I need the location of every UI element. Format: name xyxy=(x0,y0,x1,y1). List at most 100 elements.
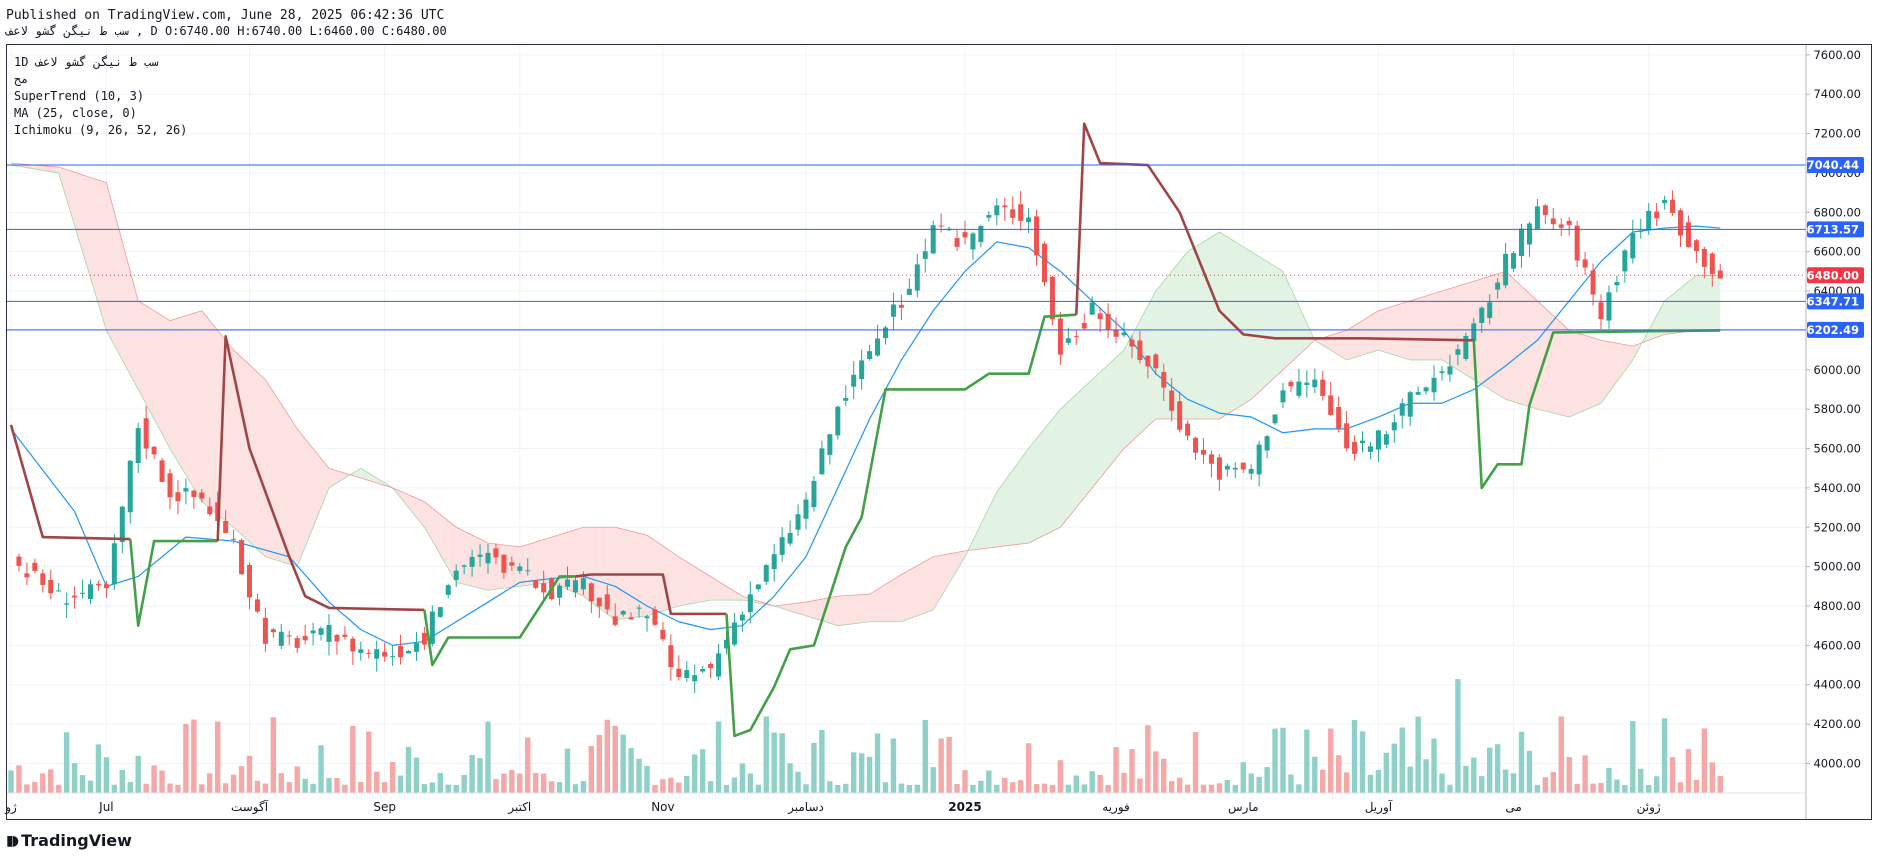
cloud-segment xyxy=(1235,241,1244,410)
price-label-tag: 6713.57 xyxy=(1807,221,1864,238)
volume-bar xyxy=(1105,784,1111,793)
volume-bar xyxy=(397,775,404,793)
volume-bar xyxy=(485,721,491,793)
volume-bar xyxy=(1248,773,1254,793)
candle-body xyxy=(1057,318,1063,355)
price-tick-label: 5000.00 xyxy=(1813,560,1861,574)
volume-bar xyxy=(628,748,634,793)
volume-bar xyxy=(1328,728,1334,793)
legend-supertrend[interactable]: SuperTrend (10, 3) xyxy=(14,88,187,105)
volume-bar xyxy=(1407,766,1413,793)
cloud-segment xyxy=(1259,256,1268,392)
volume-bar xyxy=(540,773,547,793)
volume-bar xyxy=(1216,783,1223,793)
candle-body xyxy=(390,656,396,658)
cloud-segment xyxy=(527,542,536,586)
cloud-segment xyxy=(1537,300,1546,412)
candle-body xyxy=(859,360,865,380)
time-axis: ژو Jul آگوست Sep اکتبر Nov دسامبر 2025 فوریه مارس… xyxy=(4,799,1661,815)
volume-bar xyxy=(1375,769,1382,793)
cloud-segment xyxy=(1211,232,1220,419)
candle-body xyxy=(278,631,284,646)
cloud-segment xyxy=(209,320,218,515)
candle-body xyxy=(843,397,849,401)
time-tick-label: آگوست xyxy=(231,799,269,815)
volume-bar xyxy=(1153,751,1159,793)
candle-body xyxy=(485,552,491,564)
candle-body xyxy=(103,584,109,588)
candle-body xyxy=(350,638,356,652)
legend-ma[interactable]: MA (25, close, 0) xyxy=(14,105,187,122)
volume-bar xyxy=(1359,731,1366,793)
legend-symbol[interactable]: 1D سب ط نیگن گشو لاعف xyxy=(14,54,187,71)
cloud-segment xyxy=(678,556,687,606)
volume-bar xyxy=(262,783,269,793)
time-tick-label: می xyxy=(1505,800,1521,814)
candle-body xyxy=(119,506,125,542)
candle-body xyxy=(1693,240,1699,252)
tradingview-branding[interactable]: ▮◗ TradingView xyxy=(6,831,132,850)
cloud-segment xyxy=(654,540,663,614)
cloud-segment xyxy=(146,305,155,419)
price-tick-label: 6800.00 xyxy=(1813,205,1861,219)
volume-bar xyxy=(851,752,857,793)
volume-bar xyxy=(32,781,38,793)
price-label-text: 7040.44 xyxy=(1807,158,1859,172)
volume-bar xyxy=(318,745,324,793)
volume-bar xyxy=(1471,757,1477,793)
candle-body xyxy=(191,490,197,498)
candle-body xyxy=(660,629,666,640)
legend-ichimoku[interactable]: Ichimoku (9, 26, 52, 26) xyxy=(14,122,187,139)
time-tick-label: مارس xyxy=(1228,800,1259,815)
price-chart[interactable]: 4000.00 4200.00 4400.00 4600.00 4800.00 5000.… xyxy=(0,0,1878,858)
candle-body xyxy=(1328,395,1334,415)
cloud-segment xyxy=(90,177,99,305)
volume-bar xyxy=(230,774,237,793)
brand-text: TradingView xyxy=(21,831,132,850)
cloud-segment xyxy=(1068,394,1077,518)
volume-bar xyxy=(1574,783,1580,793)
candle-body xyxy=(1709,253,1715,275)
candle-body xyxy=(382,651,388,657)
candle-body xyxy=(318,628,324,635)
legend-sub: مح xyxy=(14,72,29,86)
candle-body xyxy=(1280,390,1286,403)
candle-body xyxy=(1169,390,1175,411)
volume-bar xyxy=(1367,774,1374,793)
candle-body xyxy=(1145,355,1151,367)
cloud-segment xyxy=(154,310,163,434)
volume-bar xyxy=(87,780,94,793)
candle-body xyxy=(914,264,920,291)
candle-body xyxy=(302,635,308,641)
volume-bar xyxy=(858,753,865,793)
volume-bar xyxy=(501,773,507,793)
time-tick-label: Nov xyxy=(651,800,674,814)
volume-bar xyxy=(461,775,467,793)
volume-bar xyxy=(1423,759,1429,793)
candle-body xyxy=(962,232,968,238)
volume-bars xyxy=(8,679,1723,793)
cloud-segment xyxy=(845,595,854,625)
volume-bar xyxy=(1693,779,1700,793)
volume-bar xyxy=(350,725,356,793)
candle-body xyxy=(1288,381,1294,387)
cloud-segment xyxy=(114,212,123,360)
candle-body xyxy=(692,675,698,682)
volume-bar xyxy=(1630,721,1636,793)
candle-body xyxy=(453,570,459,580)
volume-bar xyxy=(1502,769,1509,793)
candle-body xyxy=(883,327,888,339)
candle-body xyxy=(247,564,252,598)
candle-body xyxy=(803,499,809,519)
volume-bar xyxy=(358,782,364,793)
candle-body xyxy=(342,634,348,637)
candle-body xyxy=(1582,259,1588,268)
candle-body xyxy=(1201,449,1206,455)
cloud-segment xyxy=(1457,283,1466,375)
candle-body xyxy=(64,603,70,605)
volume-bar xyxy=(238,766,245,793)
candle-body xyxy=(159,460,165,482)
candle-body xyxy=(938,225,944,227)
candle-body xyxy=(262,617,268,644)
volume-bar xyxy=(302,778,308,793)
